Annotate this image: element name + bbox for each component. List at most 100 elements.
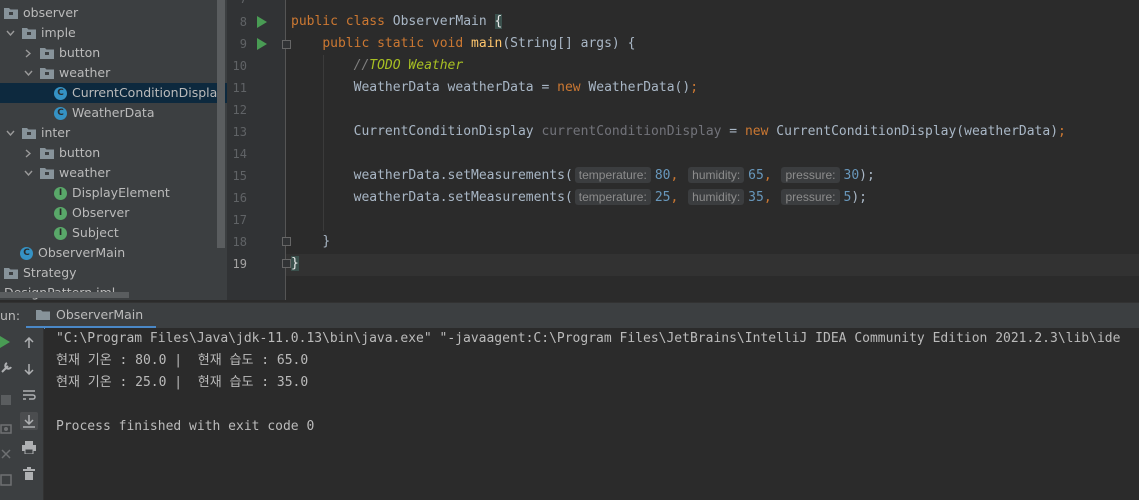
run-panel-label: un: (0, 308, 21, 323)
tree-item[interactable]: button (0, 43, 227, 63)
rerun-icon[interactable] (0, 336, 12, 348)
tree-horizontal-scrollbar[interactable] (0, 292, 129, 298)
parameter-hint: temperature: (574, 167, 651, 183)
tree-item-label: weather (59, 65, 111, 80)
line-number: 9 (239, 37, 247, 51)
scroll-up-button[interactable] (20, 334, 38, 352)
tab-observer-main[interactable]: ObserverMain (26, 303, 156, 329)
folder-icon (40, 167, 54, 179)
soft-wrap-button[interactable] (20, 386, 38, 404)
tree-item-label: DisplayElement (72, 185, 170, 200)
console-line: Process finished with exit code 0 (56, 419, 315, 434)
tree-item[interactable]: button (0, 143, 227, 163)
line-number: 18 (232, 235, 247, 249)
tree-item[interactable]: I Observer (0, 203, 227, 223)
line-number: 16 (232, 191, 247, 205)
tree-item[interactable]: observer (0, 3, 227, 23)
tree-item-label: CurrentConditionDisplay (72, 85, 225, 100)
matched-brace: { (494, 14, 503, 29)
layout-icon[interactable] (0, 474, 12, 486)
tree-item-label: weather (59, 165, 111, 180)
chevron-down-icon[interactable] (4, 127, 16, 139)
tree-item-label: Strategy (23, 265, 77, 280)
interface-icon: I (54, 206, 67, 220)
tab-label: ObserverMain (56, 307, 144, 322)
chevron-right-icon[interactable] (22, 47, 34, 59)
tree-item[interactable]: weather (0, 163, 227, 183)
scroll-down-button[interactable] (20, 360, 38, 378)
code-line-10: //TODO Weather (353, 58, 464, 73)
exit-icon[interactable] (0, 448, 12, 460)
soft-wrap-icon (23, 390, 36, 400)
class-icon: C (54, 106, 67, 120)
code-line-8: public class ObserverMain { (291, 14, 503, 29)
parameter-hint: temperature: (574, 189, 651, 205)
fold-marker-icon[interactable] (282, 259, 291, 268)
tree-item[interactable]: inter (0, 123, 227, 143)
code-editor[interactable]: 7 8 9 10 11 12 13 14 15 16 17 18 19 public class Ob… (227, 0, 1139, 300)
clear-all-button[interactable] (20, 464, 38, 482)
line-number: 17 (232, 213, 247, 227)
interface-icon: I (54, 186, 67, 200)
run-method-icon[interactable] (257, 38, 267, 50)
tree-item[interactable]: I DisplayElement (0, 183, 227, 203)
parameter-hint: humidity: (688, 189, 745, 205)
run-class-icon[interactable] (257, 16, 267, 28)
line-number: 10 (232, 59, 247, 73)
scroll-to-end-icon (23, 415, 35, 428)
line-number: 13 (232, 125, 247, 139)
camera-icon[interactable] (0, 422, 12, 434)
tree-item[interactable]: weather (0, 63, 227, 83)
run-panel-header: un: ObserverMain (0, 302, 1139, 329)
tree-item-label: Observer (72, 205, 130, 220)
code-line-15: weatherData.setMeasurements(temperature:… (353, 167, 875, 183)
code-line-9: public static void main(String[] args) { (322, 36, 636, 51)
fold-marker-icon[interactable] (282, 237, 291, 246)
run-toolbar (14, 328, 44, 500)
parameter-hint: pressure: (781, 167, 840, 183)
folder-icon (40, 67, 54, 79)
tree-item-label: Subject (72, 225, 119, 240)
folder-icon (4, 267, 18, 279)
tree-item[interactable]: C WeatherData (0, 103, 227, 123)
console-line: "C:\Program Files\Java\jdk-11.0.13\bin\j… (56, 331, 1121, 346)
line-number: 8 (239, 15, 247, 29)
line-number: 11 (232, 81, 247, 95)
console-output[interactable]: "C:\Program Files\Java\jdk-11.0.13\bin\j… (45, 328, 1139, 500)
fold-marker-icon[interactable] (282, 40, 291, 49)
tree-item[interactable]: imple (0, 23, 227, 43)
chevron-down-icon[interactable] (4, 27, 16, 39)
trash-icon (23, 466, 35, 480)
folder-icon (4, 7, 18, 19)
code-line-19: } (291, 253, 299, 275)
tree-item[interactable]: C ObserverMain (0, 243, 227, 263)
tree-item-label: imple (41, 25, 76, 40)
wrench-icon[interactable] (0, 362, 12, 374)
folder-icon (22, 127, 36, 139)
current-line-highlight (286, 254, 1139, 276)
class-icon: C (54, 86, 67, 100)
console-line: 현재 기온 : 80.0 | 현재 습도 : 65.0 (56, 353, 309, 368)
print-button[interactable] (20, 438, 38, 456)
tree-item-label: button (59, 45, 101, 60)
tree-item[interactable]: Strategy (0, 263, 227, 283)
chevron-down-icon[interactable] (22, 167, 34, 179)
interface-icon: I (54, 226, 67, 240)
tree-vertical-scrollbar[interactable] (217, 0, 225, 248)
chevron-right-icon[interactable] (22, 147, 34, 159)
folder-icon (22, 27, 36, 39)
chevron-down-icon[interactable] (22, 67, 34, 79)
parameter-hint: humidity: (688, 167, 745, 183)
tree-item-label: ObserverMain (38, 245, 126, 260)
tree-item[interactable]: I Subject (0, 223, 227, 243)
tree-item[interactable]: C CurrentConditionDisplay (0, 83, 227, 103)
code-line-18: } (322, 234, 331, 249)
run-side-toolbar (0, 328, 14, 500)
project-tree: observer imple button weather C CurrentCondit… (0, 0, 227, 300)
code-line-11: WeatherData weatherData = new WeatherDat… (353, 80, 699, 95)
stop-icon[interactable] (0, 394, 12, 406)
folder-icon (36, 310, 50, 320)
arrow-down-icon (24, 364, 34, 375)
scroll-to-end-button[interactable] (20, 412, 38, 430)
matched-brace: } (291, 256, 299, 271)
